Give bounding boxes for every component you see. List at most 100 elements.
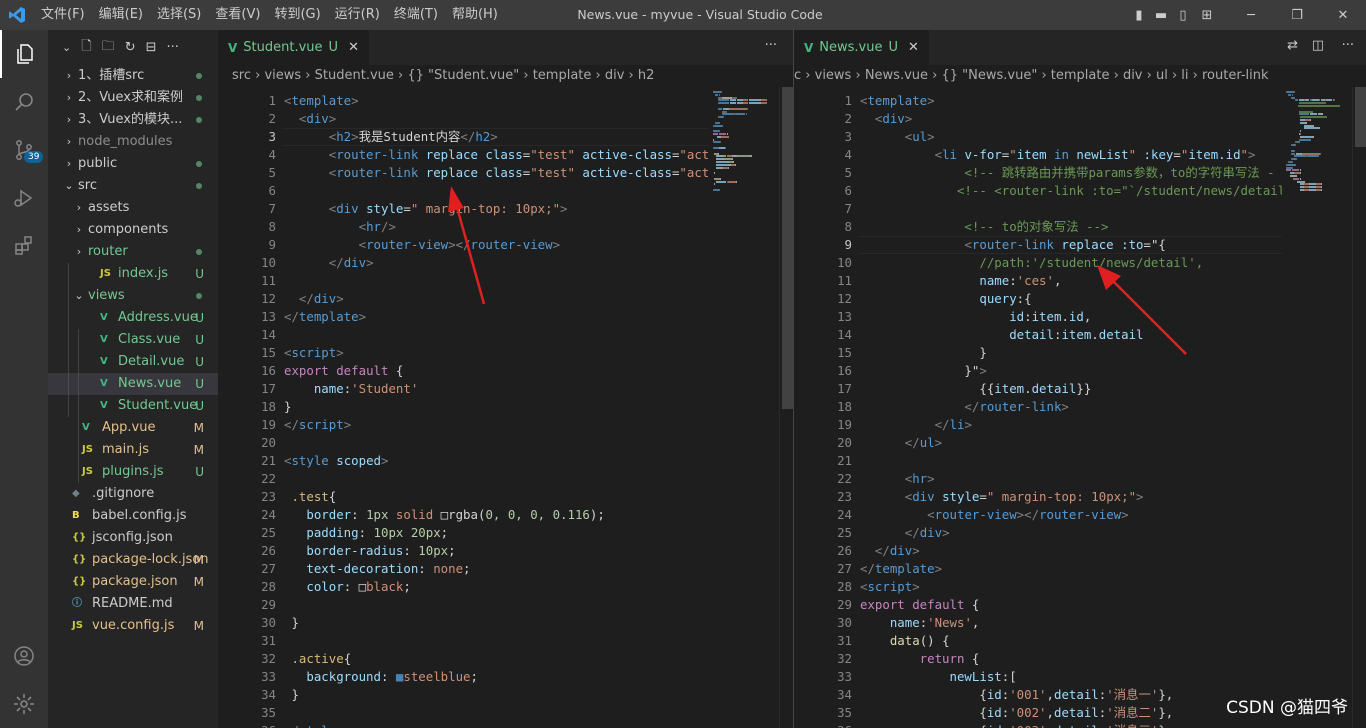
minimap-line <box>1299 113 1310 116</box>
maximize-button[interactable]: ❐ <box>1274 8 1320 23</box>
close-tab-icon[interactable]: ✕ <box>348 40 359 55</box>
search-icon[interactable] <box>0 78 48 126</box>
menu-item[interactable]: 转到(G) <box>267 0 327 30</box>
minimap[interactable] <box>1282 87 1352 728</box>
refresh-icon[interactable]: ↻ <box>125 40 136 55</box>
explorer-row[interactable]: {} package.json M <box>48 571 218 593</box>
chevron-down-icon[interactable]: ⌄ <box>64 175 74 197</box>
breadcrumb-item[interactable]: Student.vue <box>315 68 394 83</box>
more-actions-icon[interactable]: ··· <box>167 40 179 55</box>
menu-item[interactable]: 终端(T) <box>387 0 445 30</box>
breadcrumb-separator: › <box>519 68 533 83</box>
new-folder-icon[interactable]: 🗀 <box>102 37 115 59</box>
close-tab-icon[interactable]: ✕ <box>908 40 919 55</box>
breadcrumb-item[interactable]: div <box>1123 68 1143 83</box>
menu-item[interactable]: 文件(F) <box>34 0 92 30</box>
explorer-row[interactable]: ⓘ README.md <box>48 593 218 615</box>
explorer-row[interactable]: V Student.vue U <box>48 395 218 417</box>
breadcrumb-item[interactable]: ul <box>1156 68 1168 83</box>
breadcrumb-item[interactable]: h2 <box>638 68 655 83</box>
breadcrumb-item[interactable]: src <box>232 68 251 83</box>
toggle-secondary-sidebar-icon[interactable]: ▯ <box>1172 8 1194 23</box>
toggle-sidebar-icon[interactable]: ▮ <box>1128 8 1150 23</box>
menu-item[interactable]: 选择(S) <box>150 0 208 30</box>
breadcrumb-item[interactable]: div <box>605 68 625 83</box>
explorer-row[interactable]: › 1、插槽src <box>48 65 218 87</box>
breadcrumb-item[interactable]: {} "News.vue" <box>941 68 1037 83</box>
code-token: : <box>351 507 367 522</box>
breadcrumb-item[interactable]: views <box>264 68 301 83</box>
chevron-right-icon[interactable]: › <box>64 131 74 153</box>
explorer-row[interactable]: › 2、Vuex求和案例 <box>48 87 218 109</box>
chevron-right-icon[interactable]: › <box>74 219 84 241</box>
explorer-row[interactable]: ⌄ src <box>48 175 218 197</box>
explorer-row[interactable]: {} jsconfig.json <box>48 527 218 549</box>
breadcrumb-item[interactable]: views <box>815 68 852 83</box>
collapse-chevron-icon[interactable]: ⌄ <box>62 41 71 54</box>
collapse-all-icon[interactable]: ⊟ <box>146 40 157 55</box>
code-token: name <box>860 615 920 630</box>
explorer-row[interactable]: Bbabel.config.js <box>48 505 218 527</box>
chevron-down-icon[interactable]: ⌄ <box>74 285 84 307</box>
explorer-row[interactable]: V Detail.vue U <box>48 351 218 373</box>
explorer-row[interactable]: JS vue.config.js M <box>48 615 218 637</box>
new-file-icon[interactable]: 🗋 <box>81 37 91 59</box>
explorer-row[interactable]: V Class.vue U <box>48 329 218 351</box>
explorer-row[interactable]: › 3、Vuex的模块... <box>48 109 218 131</box>
explorer-row[interactable]: V News.vue U <box>48 373 218 395</box>
minimize-button[interactable]: ─ <box>1228 8 1274 23</box>
explorer-row[interactable]: ⌄ views <box>48 285 218 307</box>
explorer-row[interactable]: ◆ .gitignore <box>48 483 218 505</box>
chevron-right-icon[interactable]: › <box>74 197 84 219</box>
explorer-row[interactable]: V App.vue M <box>48 417 218 439</box>
minimap[interactable] <box>709 87 779 728</box>
open-changes-icon[interactable]: ⇄ <box>1287 38 1298 53</box>
menu-item[interactable]: 编辑(E) <box>92 0 150 30</box>
scrollbar-thumb[interactable] <box>1355 87 1366 147</box>
menu-item[interactable]: 查看(V) <box>208 0 267 30</box>
close-window-button[interactable]: ✕ <box>1320 8 1366 23</box>
breadcrumb-item[interactable]: router-link <box>1202 68 1269 83</box>
breadcrumb-separator: › <box>393 68 408 83</box>
breadcrumb-item[interactable]: li <box>1181 68 1188 83</box>
code-area[interactable]: 1 <template> 2 <div> 3 <h2>我是Student内容</h2>… <box>218 87 709 728</box>
explorer-row[interactable]: › router <box>48 241 218 263</box>
explorer-row[interactable]: JS plugins.js U <box>48 461 218 483</box>
chevron-right-icon[interactable]: › <box>64 153 74 175</box>
explorer-row[interactable]: {} package-lock.json M <box>48 549 218 571</box>
breadcrumb-item[interactable]: template <box>1051 68 1110 83</box>
run-debug-icon[interactable] <box>0 174 48 222</box>
source-control-icon[interactable]: 39 <box>0 126 48 174</box>
explorer-row[interactable]: › components <box>48 219 218 241</box>
line-number: 17 <box>837 381 852 396</box>
explorer-row[interactable]: › node_modules <box>48 131 218 153</box>
more-actions-icon[interactable]: ··· <box>1342 38 1354 53</box>
menu-item[interactable]: 运行(R) <box>328 0 387 30</box>
chevron-right-icon[interactable]: › <box>64 87 74 109</box>
chevron-right-icon[interactable]: › <box>64 109 74 131</box>
chevron-right-icon[interactable]: › <box>74 241 84 263</box>
vertical-scrollbar[interactable] <box>1352 87 1366 728</box>
chevron-right-icon[interactable]: › <box>64 65 74 87</box>
explorer-icon[interactable] <box>0 30 48 78</box>
manage-gear-icon[interactable] <box>0 680 48 728</box>
toggle-panel-icon[interactable]: ▬ <box>1150 8 1172 23</box>
explorer-row[interactable]: JS index.js U <box>48 263 218 285</box>
breadcrumb-item[interactable]: News.vue <box>865 68 928 83</box>
code-area[interactable]: 1 <template> 2 <div> 3 <ul> 4 <li v-for="ite… <box>794 87 1282 728</box>
breadcrumb-item[interactable]: template <box>533 68 592 83</box>
tab-student-vue[interactable]: V Student.vue U ✕ <box>218 30 369 65</box>
extensions-icon[interactable] <box>0 222 48 270</box>
split-editor-icon[interactable]: ◫ <box>1312 38 1324 53</box>
customize-layout-icon[interactable]: ⊞ <box>1194 8 1220 23</box>
explorer-row[interactable]: JS main.js M <box>48 439 218 461</box>
breadcrumb-item[interactable]: {} "Student.vue" <box>407 68 519 83</box>
vertical-scrollbar[interactable] <box>779 87 794 728</box>
explorer-row[interactable]: › public <box>48 153 218 175</box>
menu-item[interactable]: 帮助(H) <box>445 0 505 30</box>
more-actions-icon[interactable]: ··· <box>765 38 777 53</box>
explorer-row[interactable]: V Address.vue U <box>48 307 218 329</box>
explorer-row[interactable]: › assets <box>48 197 218 219</box>
accounts-icon[interactable] <box>0 632 48 680</box>
tab-news-vue[interactable]: V News.vue U ✕ <box>794 30 929 65</box>
